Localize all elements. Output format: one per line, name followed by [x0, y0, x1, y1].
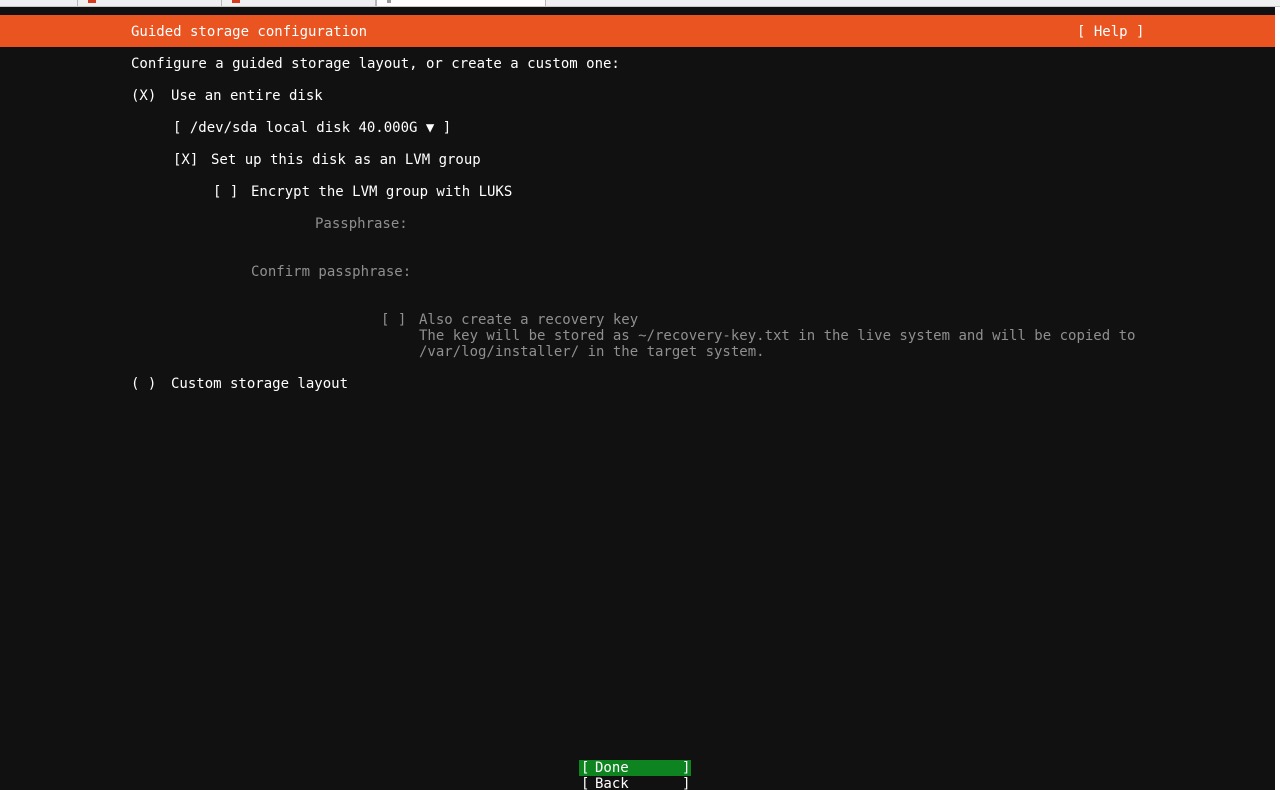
page-title: Guided storage configuration: [131, 24, 368, 40]
browser-tab-strip: [0, 0, 1280, 7]
lvm-label: Set up this disk as an LVM group: [211, 152, 481, 168]
custom-layout-label: Custom storage layout: [171, 376, 349, 392]
header-bar: Guided storage configuration [ Help ]: [0, 15, 1275, 47]
tab-favicon-icon: [387, 0, 391, 3]
back-button-open-bracket: [: [581, 776, 590, 790]
done-button-open-bracket: [: [581, 760, 590, 776]
tab-favicon-icon: [88, 0, 96, 3]
disk-select-open-bracket: [: [173, 120, 182, 136]
help-button[interactable]: [ Help ]: [1077, 24, 1144, 40]
custom-layout-radio[interactable]: ( ): [131, 376, 156, 392]
recovery-key-help-line-1: The key will be stored as ~/recovery-key…: [419, 328, 1136, 344]
disk-select-value: /dev/sda local disk 40.000G: [189, 120, 418, 136]
disk-select-close-bracket: ]: [442, 120, 452, 136]
luks-label: Encrypt the LVM group with LUKS: [251, 184, 513, 200]
browser-tab[interactable]: [78, 0, 222, 6]
passphrase-label: Passphrase:: [315, 216, 408, 232]
chevron-down-icon: ▼: [425, 120, 435, 136]
recovery-key-checkbox[interactable]: [ ]: [381, 312, 406, 328]
installer-screen: Guided storage configuration [ Help ] Co…: [0, 7, 1275, 790]
confirm-passphrase-label: Confirm passphrase:: [251, 264, 412, 280]
browser-tab-active[interactable]: [376, 0, 546, 6]
lvm-checkbox[interactable]: [X]: [173, 152, 198, 168]
browser-tab[interactable]: [0, 0, 78, 6]
disk-select[interactable]: [ /dev/sda local disk 40.000G ▼ ]: [173, 120, 451, 136]
window-edge: [1275, 7, 1280, 790]
use-entire-disk-radio[interactable]: (X): [131, 88, 156, 104]
luks-checkbox[interactable]: [ ]: [213, 184, 238, 200]
recovery-key-label: Also create a recovery key: [419, 312, 639, 328]
recovery-key-help-line-2: /var/log/installer/ in the target system…: [419, 344, 765, 360]
back-button-close-bracket: ]: [682, 776, 691, 790]
browser-tab[interactable]: [222, 0, 376, 6]
use-entire-disk-label: Use an entire disk: [171, 88, 323, 104]
done-button-label: Done: [595, 760, 629, 776]
intro-text: Configure a guided storage layout, or cr…: [131, 56, 620, 72]
tab-favicon-icon: [232, 0, 240, 3]
back-button-label: Back: [595, 776, 629, 790]
back-button[interactable]: [ Back ]: [579, 776, 691, 790]
done-button-close-bracket: ]: [682, 760, 691, 776]
done-button[interactable]: [ Done ]: [579, 760, 691, 776]
